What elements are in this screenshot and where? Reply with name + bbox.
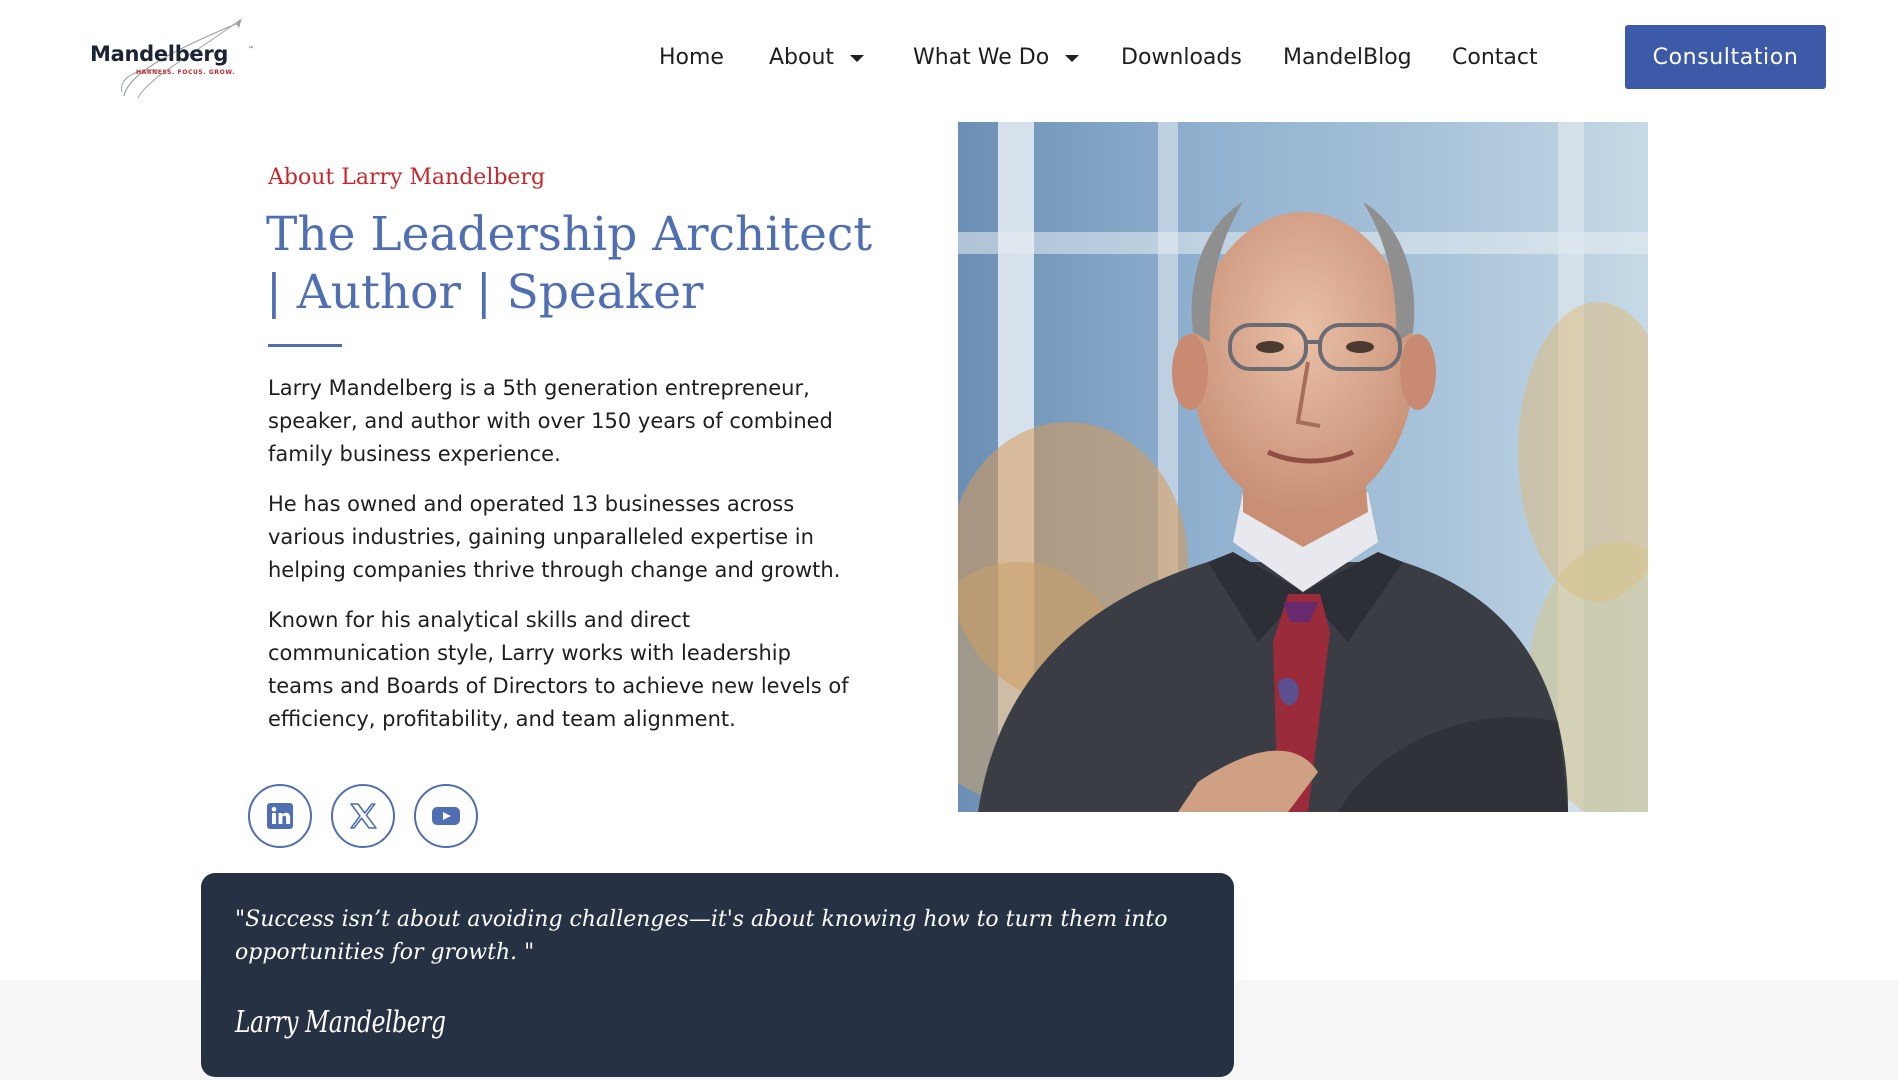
caret-down-icon: [850, 54, 865, 62]
about-paragraph-2: He has owned and operated 13 businesses …: [268, 492, 841, 582]
nav-item-home[interactable]: Home: [659, 42, 724, 72]
nav-item-label: What We Do: [913, 44, 1050, 70]
nav-item-about[interactable]: About: [769, 42, 865, 72]
title-divider: [268, 344, 342, 347]
brand-logo[interactable]: Mandelberg ™ HARNESS. FOCUS. GROW.: [90, 18, 260, 100]
nav-item-label: About: [769, 44, 835, 70]
nav-item-contact[interactable]: Contact: [1452, 42, 1538, 72]
nav-item-mandelblog[interactable]: MandelBlog: [1283, 42, 1412, 72]
portrait-photo: [958, 122, 1648, 812]
caret-down-icon: [1065, 54, 1080, 62]
portrait-photo-image: [958, 122, 1648, 812]
nav-item-label: Downloads: [1121, 44, 1242, 70]
nav-item-label: MandelBlog: [1283, 44, 1412, 70]
about-paragraph-1: Larry Mandelberg is a 5th generation ent…: [268, 376, 833, 466]
consultation-button[interactable]: Consultation: [1625, 25, 1826, 89]
quote-text: "Success isn’t about avoiding challenges…: [235, 907, 1168, 965]
linkedin-link[interactable]: [248, 784, 312, 848]
nav-item-label: Home: [659, 44, 724, 70]
logo-wordmark: Mandelberg: [90, 42, 229, 66]
page: Mandelberg ™ HARNESS. FOCUS. GROW. Home …: [0, 0, 1898, 1080]
quote-card: "Success isn’t about avoiding challenges…: [201, 873, 1234, 1077]
nav-item-what-we-do[interactable]: What We Do: [913, 42, 1080, 72]
x-link[interactable]: [331, 784, 395, 848]
youtube-icon: [432, 807, 460, 825]
x-icon: [350, 803, 377, 829]
nav-item-downloads[interactable]: Downloads: [1121, 42, 1242, 72]
page-title: The Leadership Architect | Author | Spea…: [266, 207, 873, 320]
youtube-link[interactable]: [414, 784, 478, 848]
linkedin-icon: [267, 803, 293, 829]
logo-tagline: HARNESS. FOCUS. GROW.: [136, 69, 235, 76]
nav-item-label: Contact: [1452, 44, 1538, 70]
quote-author-signature: Larry Mandelberg: [235, 1005, 446, 1040]
logo-trademark: ™: [248, 46, 254, 53]
about-paragraph-3: Known for his analytical skills and dire…: [268, 608, 849, 731]
about-eyebrow: About Larry Mandelberg: [268, 165, 546, 190]
